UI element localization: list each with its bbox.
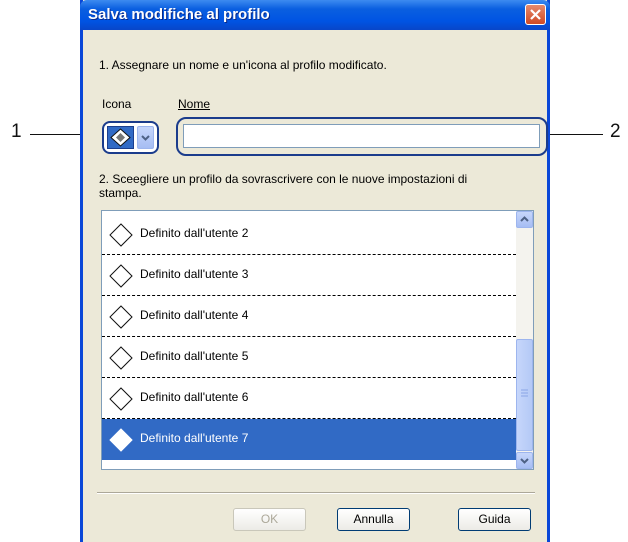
profile-row[interactable]: Definito dall'utente 3 xyxy=(102,255,516,296)
save-profile-dialog: Salva modifiche al profilo 1. Assegnare … xyxy=(80,0,550,542)
diamond-icon xyxy=(109,223,133,247)
icon-dropdown-arrow[interactable] xyxy=(137,126,154,149)
diamond-icon xyxy=(109,387,133,411)
scroll-up-button[interactable] xyxy=(516,211,533,228)
step2-instruction-line1: 2. Sceegliere un profilo da sovrascriver… xyxy=(99,172,468,186)
profile-label: Definito dall'utente 2 xyxy=(140,226,249,240)
profile-label: Definito dall'utente 6 xyxy=(140,390,249,404)
dialog-title: Salva modifiche al profilo xyxy=(88,6,270,23)
diamond-icon xyxy=(109,305,133,329)
scroll-down-button[interactable] xyxy=(516,452,533,469)
chevron-down-icon xyxy=(520,458,529,464)
close-button[interactable] xyxy=(525,4,546,25)
chevron-up-icon xyxy=(520,216,529,222)
callout-1: 1 xyxy=(11,121,22,142)
profile-label: Definito dall'utente 3 xyxy=(140,267,249,281)
profile-label: Definito dall'utente 5 xyxy=(140,349,249,363)
name-label: Nome xyxy=(178,97,211,111)
profile-row[interactable]: Definito dall'utente 2 xyxy=(102,214,516,255)
profile-label: Definito dall'utente 7 xyxy=(140,431,249,445)
profile-row[interactable]: Definito dall'utente 6 xyxy=(102,378,516,419)
chevron-down-icon xyxy=(141,135,150,141)
profile-row[interactable]: Definito dall'utente 4 xyxy=(102,296,516,337)
diamond-icon xyxy=(109,428,133,452)
cancel-button[interactable]: Annulla xyxy=(337,508,410,531)
profile-row-selected[interactable]: Definito dall'utente 7 xyxy=(102,419,516,460)
step1-instruction: 1. Assegnare un nome e un'icona al profi… xyxy=(99,58,387,72)
profile-row[interactable]: Definito dall'utente 5 xyxy=(102,337,516,378)
grip-icon xyxy=(521,389,528,397)
scroll-thumb[interactable] xyxy=(516,339,533,451)
button-separator xyxy=(97,492,535,494)
icon-selector[interactable] xyxy=(102,121,159,154)
diamond-icon xyxy=(109,264,133,288)
help-button[interactable]: Guida xyxy=(458,508,531,531)
ok-button[interactable]: OK xyxy=(233,508,306,531)
close-icon xyxy=(530,9,541,20)
profile-label: Definito dall'utente 4 xyxy=(140,308,249,322)
step2-instruction-line2: stampa. xyxy=(99,186,142,200)
diamond-icon xyxy=(109,346,133,370)
profile-list[interactable]: Definito dall'utente 2 Definito dall'ute… xyxy=(101,210,534,470)
callout-2: 2 xyxy=(610,121,621,142)
callout-2-line xyxy=(545,134,603,135)
title-bar[interactable]: Salva modifiche al profilo xyxy=(80,0,550,30)
name-field-highlight xyxy=(176,117,548,156)
name-input[interactable] xyxy=(183,124,540,148)
icon-label: Icona xyxy=(102,97,132,111)
list-scrollbar[interactable] xyxy=(516,211,533,469)
selected-profile-icon xyxy=(107,126,134,149)
